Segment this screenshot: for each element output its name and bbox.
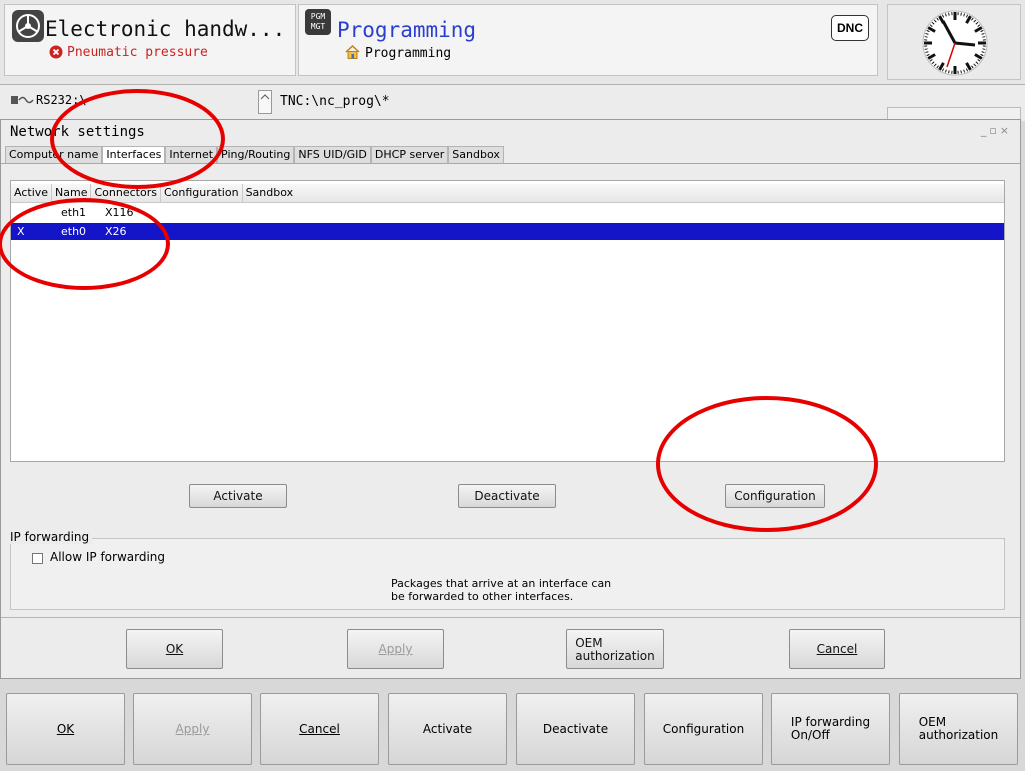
tab-divider — [1, 163, 1020, 164]
table-row[interactable]: eth1 X116 — [11, 204, 1004, 221]
column-header-connectors[interactable]: Connectors — [91, 184, 161, 202]
description-line: Packages that arrive at an interface can — [391, 577, 612, 590]
network-settings-dialog: Network settings _▫× Computer name Inter… — [0, 119, 1021, 679]
cell-connector: X26 — [105, 225, 127, 238]
cell-name: eth1 — [61, 206, 87, 219]
softkey-cancel[interactable]: Cancel — [260, 693, 379, 765]
ip-forwarding-description: Packages that arrive at an interface can… — [391, 577, 611, 603]
machine-status-text: Pneumatic pressure — [67, 45, 208, 60]
clock-tick — [924, 48, 928, 50]
ok-button[interactable]: OK — [126, 629, 223, 669]
softkey-oem-authorization[interactable]: OEM authorization — [899, 693, 1018, 765]
clock-tick — [960, 70, 962, 74]
softkey-ok-label: OK — [56, 722, 75, 736]
table-row[interactable]: X eth0 X26 — [11, 223, 1004, 240]
machine-mode-panel[interactable]: Electronic handw... Pneumatic pressure — [4, 4, 296, 76]
softkey-apply-label: Apply — [175, 722, 210, 736]
close-icon[interactable]: × — [1000, 124, 1012, 137]
tab-internet[interactable]: Internet — [165, 146, 218, 163]
cell-active: X — [17, 225, 25, 238]
program-mode-panel[interactable]: PGM MGT Programming Programming DNC — [298, 4, 878, 76]
softkey-ipf-line1: IP forwarding — [790, 715, 871, 729]
pgm-mgt-badge: PGM MGT — [305, 9, 331, 35]
cell-connector: X116 — [105, 206, 134, 219]
clock-tick — [982, 36, 986, 38]
tab-dhcp-server[interactable]: DHCP server — [370, 146, 449, 163]
dnc-badge[interactable]: DNC — [831, 15, 869, 41]
column-header-configuration[interactable]: Configuration — [161, 184, 243, 202]
clock-tick — [948, 70, 950, 74]
oem-label-line2: authorization — [575, 648, 655, 663]
softkey-oem-line1: OEM — [918, 715, 947, 729]
softkey-apply[interactable]: Apply — [133, 693, 252, 765]
configuration-button[interactable]: Configuration — [725, 484, 825, 508]
clock-icon — [922, 10, 988, 76]
dialog-title: Network settings — [10, 124, 145, 140]
scroll-up-button[interactable] — [258, 90, 272, 114]
column-header-sandbox[interactable]: Sandbox — [243, 184, 297, 202]
tab-bar: Computer name Interfaces Internet Ping/R… — [5, 146, 504, 163]
home-icon — [345, 45, 360, 59]
tab-interfaces[interactable]: Interfaces — [102, 146, 166, 163]
clock-tick — [948, 12, 950, 16]
interfaces-table: Active Name Connectors Configuration San… — [10, 180, 1005, 462]
softkey-configuration[interactable]: Configuration — [644, 693, 763, 765]
maximize-icon[interactable]: ▫ — [989, 124, 999, 137]
softkey-deactivate[interactable]: Deactivate — [516, 693, 635, 765]
cancel-label: Cancel — [816, 642, 858, 656]
handwheel-icon — [12, 10, 44, 42]
clock-tick — [924, 36, 928, 38]
tab-computer-name[interactable]: Computer name — [5, 146, 103, 163]
error-icon — [49, 45, 63, 59]
path-row: RS232:\ TNC:\nc_prog\* — [0, 85, 1025, 121]
program-mode-title: Programming — [337, 18, 477, 42]
header: Electronic handw... Pneumatic pressure P… — [0, 0, 1025, 85]
serial-port-icon — [11, 96, 34, 104]
ip-forwarding-group: Allow IP forwarding Packages that arrive… — [10, 538, 1005, 610]
tab-ping-routing[interactable]: Ping/Routing — [217, 146, 295, 163]
clock-tick — [960, 12, 962, 16]
activate-button[interactable]: Activate — [189, 484, 287, 508]
footer-divider — [1, 617, 1020, 618]
ok-label: OK — [165, 642, 184, 656]
softkey-activate[interactable]: Activate — [388, 693, 507, 765]
column-header-name[interactable]: Name — [52, 184, 92, 202]
softkey-ok[interactable]: OK — [6, 693, 125, 765]
chevron-up-icon — [260, 94, 270, 100]
clock — [887, 4, 1021, 80]
clock-tick — [982, 48, 986, 50]
table-header: Active Name Connectors Configuration San… — [11, 184, 1004, 203]
softkey-oem-line2: authorization — [918, 728, 999, 742]
description-line: be forwarded to other interfaces. — [391, 590, 574, 603]
apply-label: Apply — [378, 642, 413, 656]
machine-mode-title: Electronic handw... — [45, 17, 286, 41]
current-path: TNC:\nc_prog\* — [280, 94, 390, 109]
cell-name: eth0 — [61, 225, 87, 238]
interface-label: RS232:\ — [36, 93, 87, 107]
oem-label-line1: OEM — [575, 635, 603, 650]
softkey-ip-forwarding[interactable]: IP forwarding On/Off — [771, 693, 890, 765]
softkey-cancel-label: Cancel — [299, 722, 340, 736]
program-mode-subtitle: Programming — [365, 46, 452, 61]
cancel-button[interactable]: Cancel — [789, 629, 885, 669]
deactivate-button[interactable]: Deactivate — [458, 484, 556, 508]
softkey-ipf-line2: On/Off — [790, 728, 830, 742]
tab-sandbox[interactable]: Sandbox — [448, 146, 504, 163]
apply-button[interactable]: Apply — [347, 629, 444, 669]
window-controls: _▫× — [981, 124, 1012, 137]
allow-ip-forwarding-label[interactable]: Allow IP forwarding — [50, 550, 165, 564]
oem-authorization-button[interactable]: OEM authorization — [566, 629, 664, 669]
tab-nfs-uid-gid[interactable]: NFS UID/GID — [294, 146, 371, 163]
allow-ip-forwarding-checkbox[interactable] — [32, 553, 43, 564]
softkey-bar: OK Apply Cancel Activate Deactivate Conf… — [0, 688, 1025, 771]
ip-forwarding-group-label: IP forwarding — [10, 530, 93, 544]
column-header-active[interactable]: Active — [11, 184, 53, 202]
